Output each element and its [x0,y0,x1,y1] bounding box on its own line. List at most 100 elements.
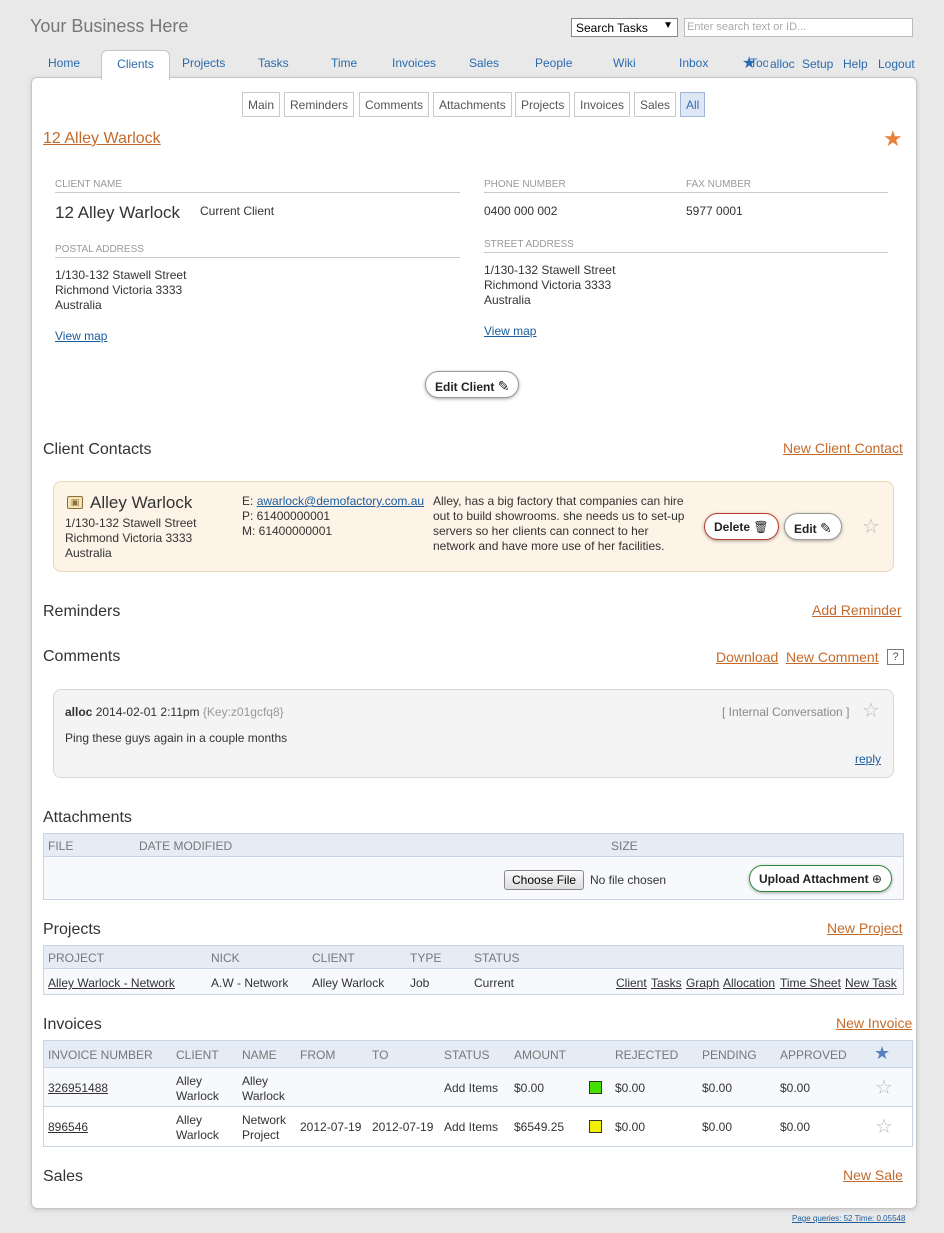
invoice-name: NetworkProject [242,1113,286,1143]
chevron-down-icon: ▼ [663,20,673,31]
nav-tab-sales[interactable]: Sales [469,56,499,70]
comment-reply-link[interactable]: reply [855,752,881,766]
postal-view-map-link[interactable]: View map [55,329,107,343]
project-action-time-sheet[interactable]: Time Sheet [780,976,841,991]
edit-label: Edit [794,522,817,536]
subtab-all[interactable]: All [680,92,705,117]
invoice-approved: $0.00 [780,1120,810,1135]
col-invoice-number: INVOICE NUMBER [48,1048,153,1062]
invoice-status: Add Items [444,1081,498,1096]
subtab-comments[interactable]: Comments [359,92,429,117]
new-client-contact-link[interactable]: New Client Contact [783,440,903,456]
nav-link-help[interactable]: Help [843,57,868,71]
client-title-link[interactable]: 12 Alley Warlock [43,130,161,148]
col-type: TYPE [410,951,441,965]
edit-contact-button[interactable]: Edit ✎ [784,513,842,540]
edit-client-button[interactable]: Edit Client ✎ [425,371,519,398]
search-input[interactable]: Enter search text or ID... [684,18,913,37]
no-file-chosen-text: No file chosen [590,873,666,887]
nav-tab-time[interactable]: Time [331,56,357,70]
street-view-map-link[interactable]: View map [484,324,536,338]
phone-value: 0400 000 002 [484,204,557,219]
attachments-heading: Attachments [43,809,132,827]
nav-tab-people[interactable]: People [535,56,572,70]
col-nick: NICK [211,951,240,965]
project-action-allocation[interactable]: Allocation [723,976,775,991]
reminders-heading: Reminders [43,603,120,621]
contact-card-icon: ▣ [67,496,83,509]
new-comment-link[interactable]: New Comment [786,649,879,665]
nav-tab-inbox[interactable]: Inbox [679,56,708,70]
nav-tab-invoices[interactable]: Invoices [392,56,436,70]
add-reminder-link[interactable]: Add Reminder [812,602,902,618]
new-invoice-link[interactable]: New Invoice [836,1015,912,1031]
comment-type: [ Internal Conversation ] [722,705,849,719]
star-outline-icon[interactable]: ☆ [862,698,880,723]
nav-link-logout[interactable]: Logout [878,57,915,71]
nav-link-alloc[interactable]: alloc [768,57,795,71]
invoice-status-swatch [589,1120,602,1133]
invoice-pending: $0.00 [702,1120,732,1135]
col-date-modified: DATE MODIFIED [139,839,232,853]
client-contacts-heading: Client Contacts [43,441,152,459]
subtab-invoices[interactable]: Invoices [574,92,630,117]
download-comments-link[interactable]: Download [716,649,778,665]
sales-heading: Sales [43,1168,83,1186]
project-action-graph[interactable]: Graph [686,976,719,991]
invoice-number-link[interactable]: 326951488 [48,1081,108,1096]
project-nick: A.W - Network [211,976,288,991]
project-action-client[interactable]: Client [616,976,647,991]
star-icon[interactable]: ★ [742,53,756,73]
col-from: FROM [300,1048,335,1062]
subtab-sales[interactable]: Sales [634,92,676,117]
col-file: FILE [48,839,73,853]
star-outline-icon[interactable]: ☆ [875,1075,893,1100]
star-icon[interactable]: ★ [874,1043,890,1064]
star-icon[interactable]: ★ [883,126,903,152]
project-action-tasks[interactable]: Tasks [651,976,682,991]
subtab-reminders[interactable]: Reminders [284,92,354,117]
delete-contact-button[interactable]: Delete 🗑 [704,513,779,540]
project-action-new-task[interactable]: New Task [845,976,897,991]
invoice-rejected: $0.00 [615,1120,645,1135]
new-project-link[interactable]: New Project [827,920,902,936]
star-outline-icon[interactable]: ☆ [862,514,880,539]
col-client: CLIENT [176,1048,219,1062]
nav-tab-tasks[interactable]: Tasks [258,56,289,70]
nav-tab-home[interactable]: Home [48,56,80,70]
new-sale-link[interactable]: New Sale [843,1167,903,1183]
nav-tab-wiki[interactable]: Wiki [613,56,636,70]
subtab-main[interactable]: Main [242,92,280,117]
invoice-number-link[interactable]: 896546 [48,1120,88,1135]
nav-tab-projects[interactable]: Projects [182,56,225,70]
star-outline-icon[interactable]: ☆ [875,1114,893,1139]
col-pending: PENDING [702,1048,757,1062]
nav-link-setup[interactable]: Setup [802,57,833,71]
contact-notes: Alley, has a big factory that companies … [433,494,684,554]
upload-attachment-button[interactable]: Upload Attachment ⊕ [749,865,892,892]
contact-name: Alley Warlock [90,493,192,513]
invoices-heading: Invoices [43,1016,102,1034]
nav-tab-clients[interactable]: Clients [101,50,170,80]
contact-details: E: awarlock@demofactory.com.au P: 614000… [242,494,424,539]
comment-header: alloc 2014-02-01 2:11pm {Key:z01gcfq8} [65,705,284,719]
edit-icon: ✎ [498,378,510,394]
search-type-select[interactable]: Search Tasks ▼ [571,18,678,37]
trash-icon: 🗑 [753,520,768,534]
invoice-client: AlleyWarlock [176,1113,219,1143]
subtab-projects[interactable]: Projects [515,92,570,117]
help-icon[interactable]: ? [887,649,904,665]
col-to: TO [372,1048,388,1062]
fax-value: 5977 0001 [686,204,743,219]
contact-email-link[interactable]: awarlock@demofactory.com.au [257,494,424,508]
edit-client-label: Edit Client [435,380,494,394]
col-amount: AMOUNT [514,1048,566,1062]
col-rejected: REJECTED [615,1048,678,1062]
subtab-attachments[interactable]: Attachments [433,92,512,117]
invoice-approved: $0.00 [780,1081,810,1096]
choose-file-button[interactable]: Choose File [504,870,584,890]
col-project: PROJECT [48,951,104,965]
postal-address: 1/130-132 Stawell Street Richmond Victor… [55,268,186,313]
page-queries-link[interactable]: Page queries: 52 Time: 0.05548 [792,1214,905,1223]
project-link[interactable]: Alley Warlock - Network [48,976,175,991]
